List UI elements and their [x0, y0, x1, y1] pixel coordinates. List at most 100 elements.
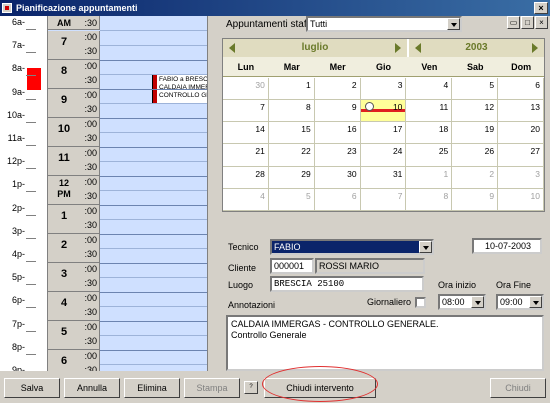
- tecnico-select[interactable]: FABIO: [270, 239, 434, 255]
- calendar-day[interactable]: 26: [452, 144, 499, 167]
- calendar-day[interactable]: 3: [360, 78, 407, 101]
- calendar-day[interactable]: 2: [452, 166, 499, 189]
- calendar-day-number: 30: [347, 168, 357, 179]
- calendar-day[interactable]: 30: [314, 166, 361, 189]
- cliente-code-field[interactable]: 000001: [270, 258, 314, 274]
- ruler-hour-label: 7a-: [11, 40, 25, 51]
- calendar-day[interactable]: 11: [406, 100, 453, 123]
- calendar-day[interactable]: 18: [406, 122, 453, 145]
- hour-line: [100, 118, 207, 119]
- minute-label: :00: [84, 206, 97, 216]
- maximize-icon[interactable]: □: [521, 16, 534, 29]
- next-month-icon[interactable]: [395, 43, 401, 53]
- calendar-day[interactable]: 4: [223, 188, 269, 211]
- calendar-day[interactable]: 4: [406, 78, 453, 101]
- calendar-day[interactable]: 1: [406, 166, 453, 189]
- staff-label: Appuntamenti staff: [226, 19, 310, 30]
- calendar-day[interactable]: 13: [498, 100, 544, 123]
- date-field[interactable]: 10-07-2003: [472, 238, 542, 254]
- calendar-day[interactable]: 20: [498, 122, 544, 145]
- calendar-day[interactable]: 9: [314, 100, 361, 123]
- print-button[interactable]: Stampa: [184, 378, 240, 398]
- ruler-tick: [26, 75, 36, 77]
- minute-label: :30: [84, 18, 97, 28]
- help-icon[interactable]: ?: [244, 381, 258, 394]
- slot-line: [100, 335, 207, 336]
- calendar-day[interactable]: 12: [452, 100, 499, 123]
- calendar-day[interactable]: 30: [223, 78, 269, 101]
- calendar-day[interactable]: 7: [223, 100, 269, 123]
- calendar-day[interactable]: 6: [498, 78, 544, 101]
- calendar-day[interactable]: 27: [498, 144, 544, 167]
- ruler-tick: [26, 307, 36, 309]
- calendar-day[interactable]: 31: [360, 166, 407, 189]
- calendar-day[interactable]: 5: [268, 188, 315, 211]
- ora-inizio-select[interactable]: 08:00: [438, 294, 486, 310]
- calendar-day[interactable]: 7: [360, 188, 407, 211]
- giornaliero-checkbox[interactable]: [415, 297, 426, 308]
- ruler-hour-label: 3p-: [11, 225, 25, 236]
- hour-line: [100, 321, 207, 322]
- next-year-icon[interactable]: [532, 43, 538, 53]
- hour-cell: 4:00:30: [48, 292, 100, 321]
- calendar-day[interactable]: 1: [268, 78, 315, 101]
- ruler-hour-label: 7p-: [11, 318, 25, 329]
- calendar-day-number: 27: [530, 146, 540, 157]
- calendar-day-number: 23: [347, 146, 357, 157]
- minute-label: :30: [84, 104, 97, 114]
- ruler-hour-label: 10a-: [6, 109, 25, 120]
- calendar-day[interactable]: 21: [223, 144, 269, 167]
- calendar-day[interactable]: 10: [498, 188, 544, 211]
- close-intervention-label: Chiudi intervento: [286, 383, 354, 393]
- hour-line: [100, 263, 207, 264]
- hour-label: 12 PM: [57, 178, 71, 199]
- calendar-day[interactable]: 17: [360, 122, 407, 145]
- calendar-day[interactable]: 22: [268, 144, 315, 167]
- day-view[interactable]: FABIO a BRESCIA 25100 per CALDAIA IMMERG…: [48, 16, 208, 371]
- calendar-day[interactable]: 28: [223, 166, 269, 189]
- chevron-down-icon[interactable]: [471, 296, 484, 308]
- hour-cell: 9:00:30: [48, 89, 100, 118]
- save-button[interactable]: Salva: [4, 378, 60, 398]
- calendar-day[interactable]: 6: [314, 188, 361, 211]
- year-navigator: 2003: [409, 39, 544, 57]
- calendar-day-number: 5: [489, 80, 495, 90]
- calendar-day[interactable]: 2: [314, 78, 361, 101]
- calendar-day[interactable]: 19: [452, 122, 499, 145]
- delete-button[interactable]: Elimina: [124, 378, 180, 398]
- close-button[interactable]: ×: [534, 2, 548, 14]
- calendar-day[interactable]: 29: [268, 166, 315, 189]
- close-intervention-button[interactable]: Chiudi intervento: [264, 378, 376, 398]
- luogo-field[interactable]: BRESCIA 25100: [270, 276, 424, 292]
- calendar-day[interactable]: 9: [452, 188, 499, 211]
- minute-label: :00: [84, 351, 97, 361]
- cancel-button[interactable]: Annulla: [64, 378, 120, 398]
- calendar-day[interactable]: 15: [268, 122, 315, 145]
- calendar-day[interactable]: 25: [406, 144, 453, 167]
- close-button[interactable]: Chiudi: [490, 378, 546, 398]
- calendar-day-number: 10: [530, 190, 540, 201]
- close-icon[interactable]: ×: [535, 16, 548, 29]
- calendar-day[interactable]: 23: [314, 144, 361, 167]
- slot-line: [100, 30, 207, 31]
- notes-textarea[interactable]: CALDAIA IMMERGAS - CONTROLLO GENERALE. C…: [226, 315, 544, 371]
- calendar-day[interactable]: 8: [406, 188, 453, 211]
- calendar-day[interactable]: 24: [360, 144, 407, 167]
- ruler-hour-label: 9a-: [11, 86, 25, 97]
- chevron-down-icon[interactable]: [529, 296, 542, 308]
- calendar-day-number: 11: [439, 102, 449, 113]
- calendar-day-selected[interactable]: 10: [360, 100, 407, 123]
- staff-select[interactable]: Tutti: [306, 16, 462, 32]
- restore-icon[interactable]: ▭: [507, 16, 520, 29]
- chevron-down-icon[interactable]: [419, 241, 432, 253]
- calendar-day[interactable]: 3: [498, 166, 544, 189]
- calendar-day[interactable]: 8: [268, 100, 315, 123]
- ruler-tick: [26, 98, 36, 100]
- chevron-down-icon[interactable]: [447, 18, 460, 30]
- calendar-day[interactable]: 16: [314, 122, 361, 145]
- calendar-day-number: 6: [535, 80, 540, 90]
- calendar-day[interactable]: 14: [223, 122, 269, 145]
- calendar-day[interactable]: 5: [452, 78, 499, 101]
- ora-fine-select[interactable]: 09:00: [496, 294, 544, 310]
- ruler-hour-label: 8a-: [11, 63, 25, 74]
